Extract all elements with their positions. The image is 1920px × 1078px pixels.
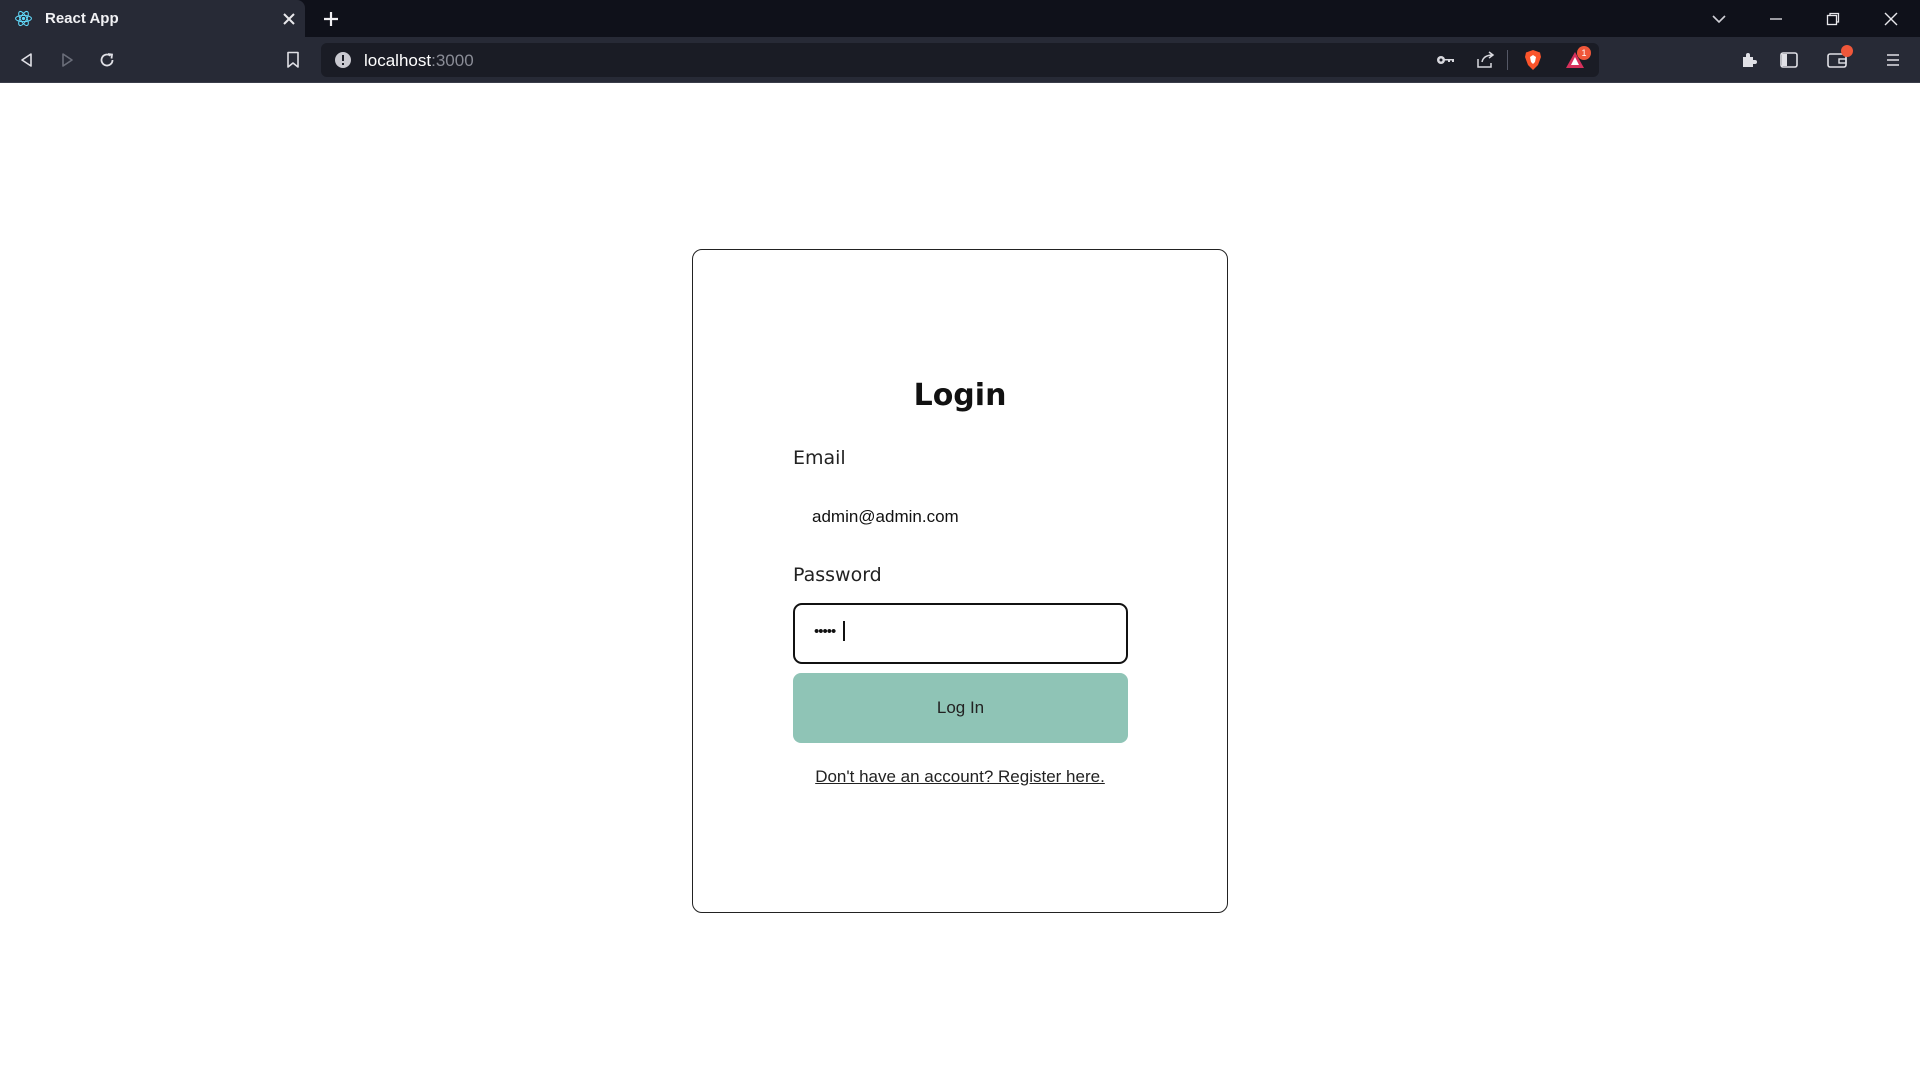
share-icon[interactable] [1474,48,1498,72]
bookmark-icon[interactable] [281,48,305,72]
wallet-badge-dot [1841,45,1853,57]
new-tab-icon[interactable] [320,8,342,30]
url-host: localhost [364,51,432,70]
forward-icon[interactable] [55,48,79,72]
brave-shields-icon[interactable] [1521,48,1545,72]
key-icon[interactable] [1434,48,1458,72]
info-icon[interactable] [334,51,352,69]
text-caret [843,621,845,641]
password-label: Password [793,564,882,586]
password-mask: ••••• [814,623,836,640]
extensions-icon[interactable] [1737,48,1761,72]
react-icon [15,10,32,27]
register-link[interactable]: Don't have an account? Register here. [693,767,1227,787]
email-input[interactable] [793,486,1128,547]
close-tab-icon[interactable] [279,9,299,29]
tab-title: React App [45,10,119,27]
minimize-icon[interactable] [1765,8,1787,30]
menu-icon[interactable] [1881,48,1905,72]
address-bar-divider [1507,50,1508,70]
sidebar-icon[interactable] [1777,48,1801,72]
browser-tabbar: React App [0,0,1920,37]
reload-icon[interactable] [95,48,119,72]
tab-search-chevron-icon[interactable] [1708,8,1730,30]
address-bar[interactable]: localhost:3000 1 [321,43,1599,77]
rewards-count-badge: 1 [1577,46,1591,60]
email-label: Email [793,447,846,469]
browser-tab[interactable]: React App [0,0,305,37]
login-title: Login [913,378,1007,413]
login-button[interactable]: Log In [793,673,1128,743]
close-window-icon[interactable] [1880,8,1902,30]
restore-icon[interactable] [1822,8,1844,30]
browser-toolbar: localhost:3000 1 [0,37,1920,83]
url-text[interactable]: localhost:3000 [364,51,474,71]
login-card: Login Email Password ••••• Log In Don't … [692,249,1228,913]
back-icon[interactable] [15,48,39,72]
url-port: :3000 [431,51,474,70]
